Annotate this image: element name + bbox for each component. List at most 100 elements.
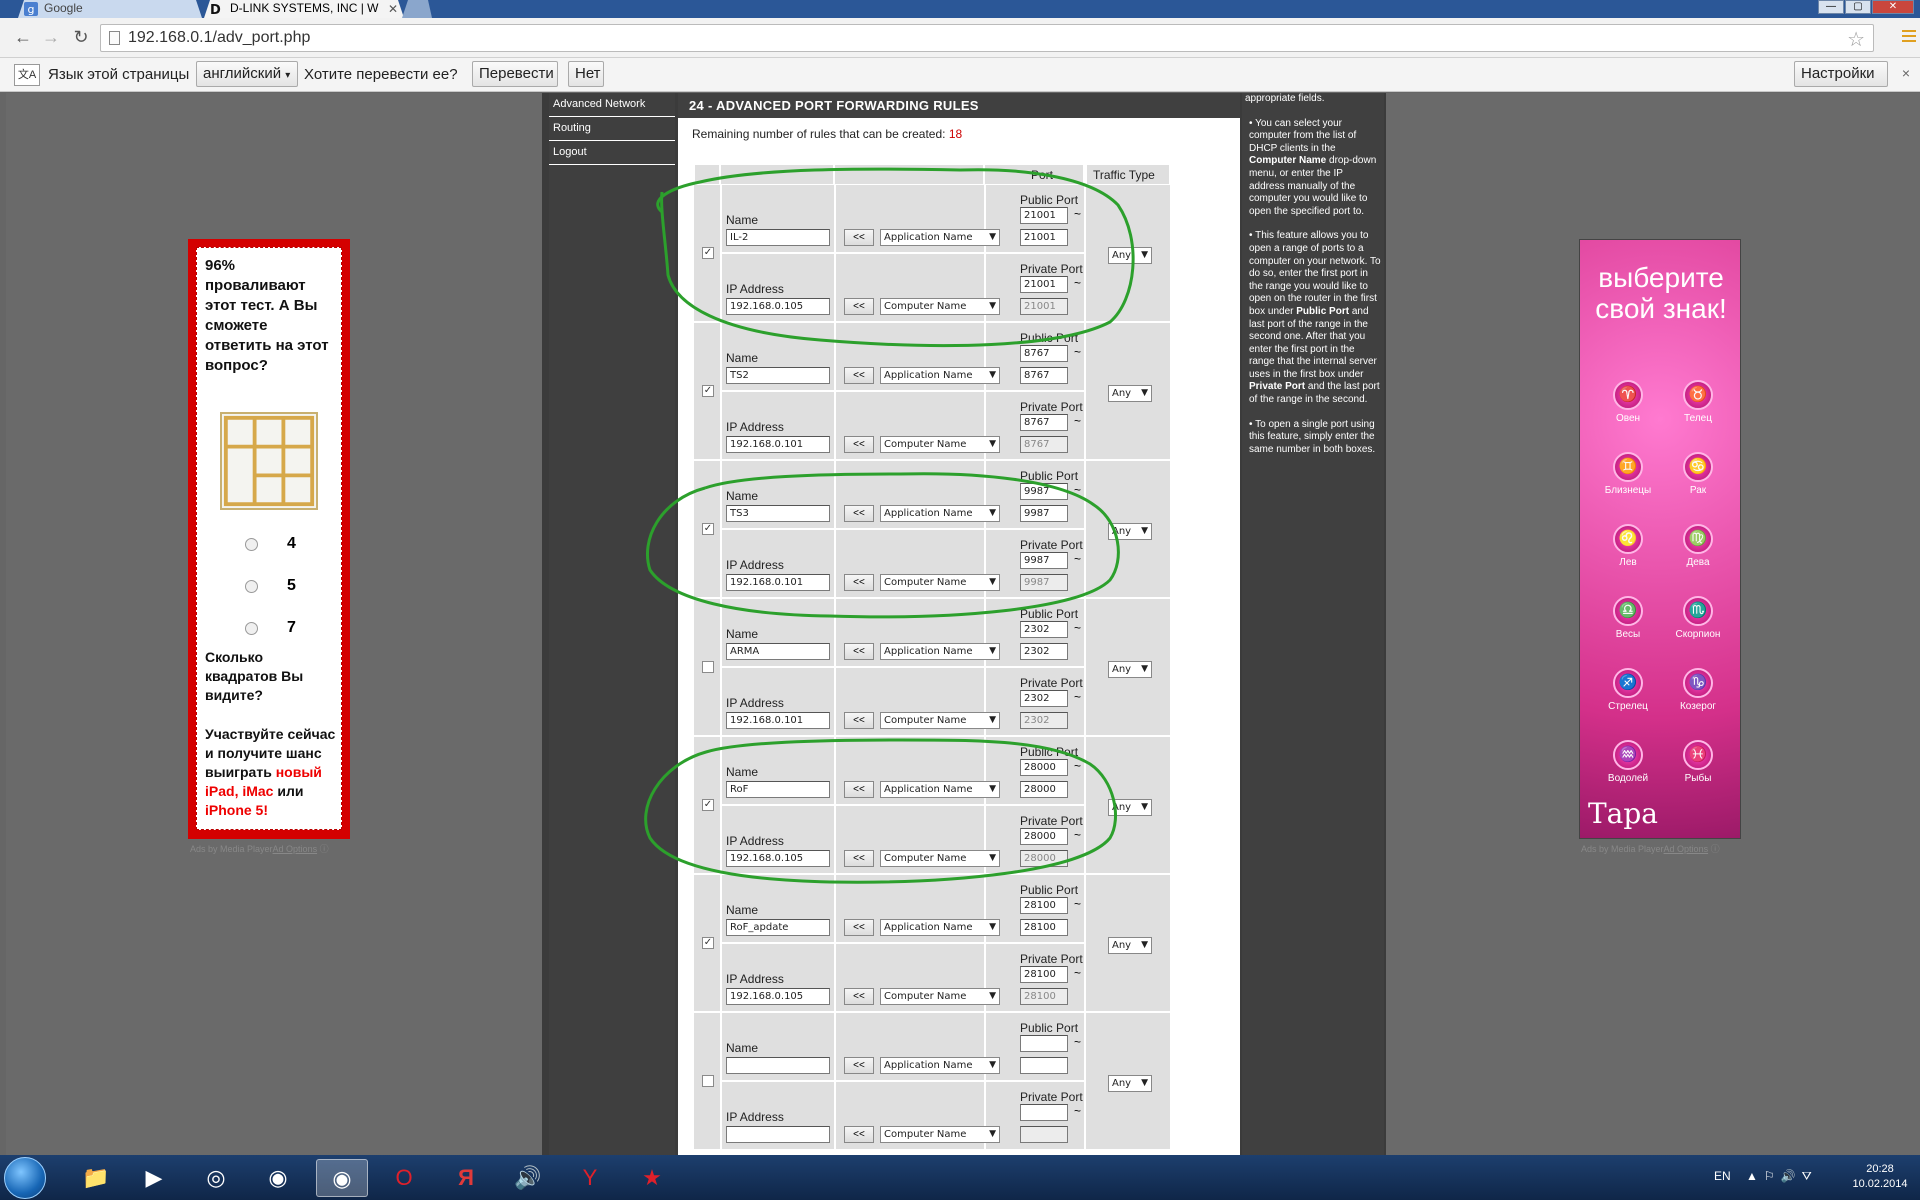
computer-name-select[interactable]: Computer Name ▼ — [880, 712, 1000, 729]
answer-radio-5[interactable] — [245, 580, 258, 593]
traffic-type-select[interactable]: Any ▼ — [1108, 247, 1152, 264]
start-button[interactable] — [4, 1157, 46, 1199]
answer-radio-7[interactable] — [245, 622, 258, 635]
rule-enabled-checkbox[interactable]: ✓ — [702, 937, 714, 949]
apply-application-button[interactable]: << — [844, 367, 874, 384]
apply-application-button[interactable]: << — [844, 505, 874, 522]
public-port-start-input[interactable]: 2302 — [1020, 621, 1068, 638]
public-port-end-input[interactable]: 28100 — [1020, 919, 1068, 936]
maximize-icon[interactable]: ▢ — [1845, 0, 1871, 14]
private-port-start-input[interactable]: 8767 — [1020, 414, 1068, 431]
zodiac-sign-9[interactable]: ♐ Стрелец — [1598, 668, 1658, 712]
public-port-start-input[interactable] — [1020, 1035, 1068, 1052]
private-port-start-input[interactable]: 28000 — [1020, 828, 1068, 845]
rule-name-input[interactable]: RoF — [726, 781, 830, 798]
traffic-type-select[interactable]: Any ▼ — [1108, 799, 1152, 816]
ip-address-input[interactable]: 192.168.0.101 — [726, 436, 830, 453]
ip-address-input[interactable]: 192.168.0.105 — [726, 988, 830, 1005]
ip-address-input[interactable] — [726, 1126, 830, 1143]
rule-name-input[interactable]: TS2 — [726, 367, 830, 384]
apply-computer-button[interactable]: << — [844, 850, 874, 867]
explorer-icon[interactable]: 📁 — [70, 1159, 122, 1197]
system-clock[interactable]: 20:28 10.02.2014 — [1848, 1162, 1912, 1192]
public-port-end-input[interactable]: 8767 — [1020, 367, 1068, 384]
public-port-end-input[interactable]: 2302 — [1020, 643, 1068, 660]
rule-enabled-checkbox[interactable]: ✓ — [702, 385, 714, 397]
rule-name-input[interactable] — [726, 1057, 830, 1074]
traffic-type-select[interactable]: Any ▼ — [1108, 1075, 1152, 1092]
apply-computer-button[interactable]: << — [844, 298, 874, 315]
apply-computer-button[interactable]: << — [844, 1126, 874, 1143]
private-port-start-input[interactable]: 21001 — [1020, 276, 1068, 293]
nav-item-logout[interactable]: Logout — [549, 141, 675, 165]
private-port-start-input[interactable]: 2302 — [1020, 690, 1068, 707]
rule-enabled-checkbox[interactable]: ✓ — [702, 523, 714, 535]
nav-item-routing[interactable]: Routing — [549, 117, 675, 141]
public-port-end-input[interactable] — [1020, 1057, 1068, 1074]
public-port-start-input[interactable]: 8767 — [1020, 345, 1068, 362]
apply-computer-button[interactable]: << — [844, 436, 874, 453]
application-name-select[interactable]: Application Name ▼ — [880, 781, 1000, 798]
reload-icon[interactable]: ↻ — [70, 26, 92, 48]
computer-name-select[interactable]: Computer Name ▼ — [880, 988, 1000, 1005]
apply-computer-button[interactable]: << — [844, 574, 874, 591]
private-port-start-input[interactable] — [1020, 1104, 1068, 1121]
zodiac-sign-8[interactable]: ♏ Скорпион — [1668, 596, 1728, 640]
chromium-icon[interactable]: ◉ — [252, 1159, 304, 1197]
rule-name-input[interactable]: RoF_apdate — [726, 919, 830, 936]
rule-name-input[interactable]: ARMA — [726, 643, 830, 660]
private-port-start-input[interactable]: 9987 — [1020, 552, 1068, 569]
zodiac-sign-2[interactable]: ♉ Телец — [1668, 380, 1728, 424]
ip-address-input[interactable]: 192.168.0.105 — [726, 298, 830, 315]
application-name-select[interactable]: Application Name ▼ — [880, 229, 1000, 246]
public-port-end-input[interactable]: 28000 — [1020, 781, 1068, 798]
zodiac-sign-12[interactable]: ♓ Рыбы — [1668, 740, 1728, 784]
zodiac-sign-4[interactable]: ♋ Рак — [1668, 452, 1728, 496]
application-name-select[interactable]: Application Name ▼ — [880, 919, 1000, 936]
tab-google[interactable]: g Google — [18, 0, 202, 18]
application-name-select[interactable]: Application Name ▼ — [880, 367, 1000, 384]
zodiac-sign-3[interactable]: ♊ Близнецы — [1598, 452, 1658, 496]
public-port-start-input[interactable]: 21001 — [1020, 207, 1068, 224]
apply-application-button[interactable]: << — [844, 1057, 874, 1074]
zodiac-sign-11[interactable]: ♒ Водолей — [1598, 740, 1658, 784]
traffic-type-select[interactable]: Any ▼ — [1108, 523, 1152, 540]
apply-application-button[interactable]: << — [844, 919, 874, 936]
network-app-icon[interactable]: ◎ — [190, 1159, 242, 1197]
minimize-icon[interactable]: — — [1818, 0, 1844, 14]
close-translate-bar-icon[interactable]: × — [1902, 65, 1910, 81]
bookmark-star-icon[interactable]: ☆ — [1847, 27, 1865, 52]
apply-application-button[interactable]: << — [844, 229, 874, 246]
zodiac-sign-7[interactable]: ♎ Весы — [1598, 596, 1658, 640]
keyboard-language[interactable]: EN — [1714, 1169, 1731, 1183]
private-port-start-input[interactable]: 28100 — [1020, 966, 1068, 983]
rule-name-input[interactable]: TS3 — [726, 505, 830, 522]
language-select[interactable]: английский ▾ — [196, 61, 298, 87]
ip-address-input[interactable]: 192.168.0.105 — [726, 850, 830, 867]
tab-dlink[interactable]: D D-LINK SYSTEMS, INC | W ✕ — [204, 0, 404, 18]
system-tray-icons[interactable]: ▲⚐🔊⛛ — [1746, 1169, 1818, 1184]
rule-enabled-checkbox[interactable]: ✓ — [702, 247, 714, 259]
public-port-end-input[interactable]: 21001 — [1020, 229, 1068, 246]
yandex-icon[interactable]: Я — [440, 1159, 492, 1197]
settings-button[interactable]: Настройки ▾ — [1794, 61, 1888, 105]
ad-options-link[interactable]: Ad Options — [1664, 844, 1709, 854]
rule-name-input[interactable]: IL-2 — [726, 229, 830, 246]
opera-icon[interactable]: O — [378, 1159, 430, 1197]
chrome-icon[interactable]: ◉ — [316, 1159, 368, 1197]
back-arrow-icon[interactable]: ← — [12, 26, 34, 48]
speaker-app-icon[interactable]: 🔊 — [502, 1159, 554, 1197]
computer-name-select[interactable]: Computer Name ▼ — [880, 574, 1000, 591]
rule-enabled-checkbox[interactable] — [702, 661, 714, 673]
traffic-type-select[interactable]: Any ▼ — [1108, 937, 1152, 954]
traffic-type-select[interactable]: Any ▼ — [1108, 385, 1152, 402]
public-port-start-input[interactable]: 9987 — [1020, 483, 1068, 500]
computer-name-select[interactable]: Computer Name ▼ — [880, 850, 1000, 867]
zodiac-sign-10[interactable]: ♑ Козерог — [1668, 668, 1728, 712]
zodiac-sign-1[interactable]: ♈ Овен — [1598, 380, 1658, 424]
computer-name-select[interactable]: Computer Name ▼ — [880, 436, 1000, 453]
public-port-start-input[interactable]: 28000 — [1020, 759, 1068, 776]
apply-application-button[interactable]: << — [844, 781, 874, 798]
new-tab-button[interactable] — [402, 0, 432, 18]
traffic-type-select[interactable]: Any ▼ — [1108, 661, 1152, 678]
